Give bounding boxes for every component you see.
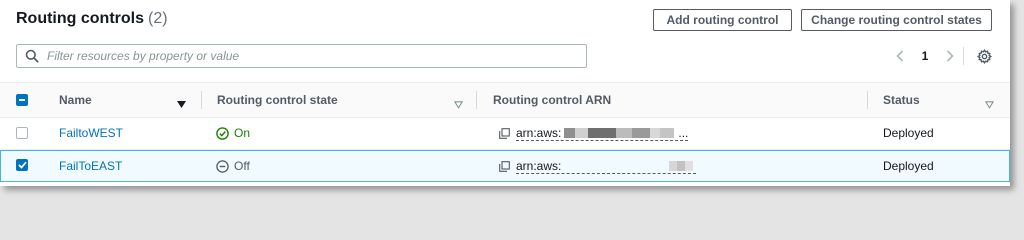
minus-circle-icon bbox=[216, 159, 229, 173]
search-box bbox=[16, 44, 587, 68]
arn-ellipsis: ... bbox=[678, 125, 689, 140]
column-divider bbox=[201, 91, 202, 109]
arn-value[interactable]: arn:aws: bbox=[516, 158, 697, 174]
routing-control-arn: arn:aws: bbox=[499, 151, 697, 181]
redacted-block bbox=[564, 127, 576, 138]
panel-header: Routing controls (2) bbox=[16, 10, 168, 32]
column-header-arn[interactable]: Routing control ARN bbox=[493, 83, 611, 117]
table-row[interactable]: FailtoWEST On arn:aws: ... Deployed bbox=[0, 118, 1010, 150]
routing-controls-panel: Routing controls (2) Add routing control… bbox=[0, 0, 1010, 186]
change-routing-control-states-button[interactable]: Change routing control states bbox=[801, 9, 992, 31]
column-header-state[interactable]: Routing control state bbox=[217, 83, 338, 117]
sort-icon[interactable] bbox=[453, 96, 464, 109]
sort-descending-icon[interactable] bbox=[177, 96, 186, 108]
state-label: On bbox=[234, 126, 251, 140]
status-text: Deployed bbox=[883, 126, 934, 140]
column-header-status[interactable]: Status bbox=[883, 83, 920, 117]
check-circle-icon bbox=[216, 126, 229, 140]
arn-prefix: arn:aws: bbox=[516, 158, 562, 173]
redacted-block bbox=[561, 161, 669, 171]
routing-control-arn: arn:aws: ... bbox=[499, 118, 689, 148]
redacted-block bbox=[650, 127, 661, 138]
arn-prefix: arn:aws: bbox=[516, 125, 562, 140]
column-divider bbox=[867, 91, 868, 109]
redacted-block bbox=[685, 160, 694, 171]
divider bbox=[963, 47, 964, 65]
next-page-icon[interactable] bbox=[943, 46, 957, 66]
routing-control-state: Off bbox=[216, 151, 250, 181]
redacted-block bbox=[588, 127, 617, 138]
redacted-block bbox=[575, 127, 589, 138]
redacted-block bbox=[632, 127, 651, 138]
sort-icon[interactable] bbox=[984, 96, 995, 109]
pagination: 1 bbox=[893, 46, 957, 66]
redacted-block bbox=[660, 127, 675, 138]
redacted-block bbox=[677, 160, 686, 171]
arn-value[interactable]: arn:aws: ... bbox=[516, 125, 689, 141]
copy-icon[interactable] bbox=[499, 160, 510, 172]
previous-page-icon[interactable] bbox=[893, 46, 907, 66]
row-checkbox[interactable] bbox=[16, 127, 28, 139]
column-header-name[interactable]: Name bbox=[59, 83, 92, 117]
copy-icon[interactable] bbox=[499, 127, 510, 139]
search-icon bbox=[25, 49, 39, 63]
redacted-block bbox=[616, 127, 633, 138]
gear-icon[interactable] bbox=[976, 48, 993, 65]
state-label: Off bbox=[234, 159, 250, 173]
item-count: (2) bbox=[147, 10, 168, 27]
column-divider bbox=[476, 91, 477, 109]
table-header: Name Routing control state Routing contr… bbox=[0, 82, 1010, 118]
row-checkbox[interactable] bbox=[16, 159, 28, 171]
status-text: Deployed bbox=[883, 159, 934, 173]
redacted-block bbox=[669, 160, 678, 171]
routing-control-state: On bbox=[216, 118, 250, 148]
table-row-selected[interactable]: FailToEAST Off arn:aws: Deployed bbox=[0, 150, 1010, 182]
page-number[interactable]: 1 bbox=[915, 49, 935, 63]
select-all-checkbox[interactable] bbox=[16, 94, 28, 106]
search-input[interactable] bbox=[45, 45, 586, 67]
routing-control-name-link[interactable]: FailToEAST bbox=[59, 151, 122, 181]
routing-control-name-link[interactable]: FailtoWEST bbox=[59, 118, 123, 148]
add-routing-control-button[interactable]: Add routing control bbox=[653, 9, 792, 31]
page-title: Routing controls bbox=[16, 10, 144, 27]
